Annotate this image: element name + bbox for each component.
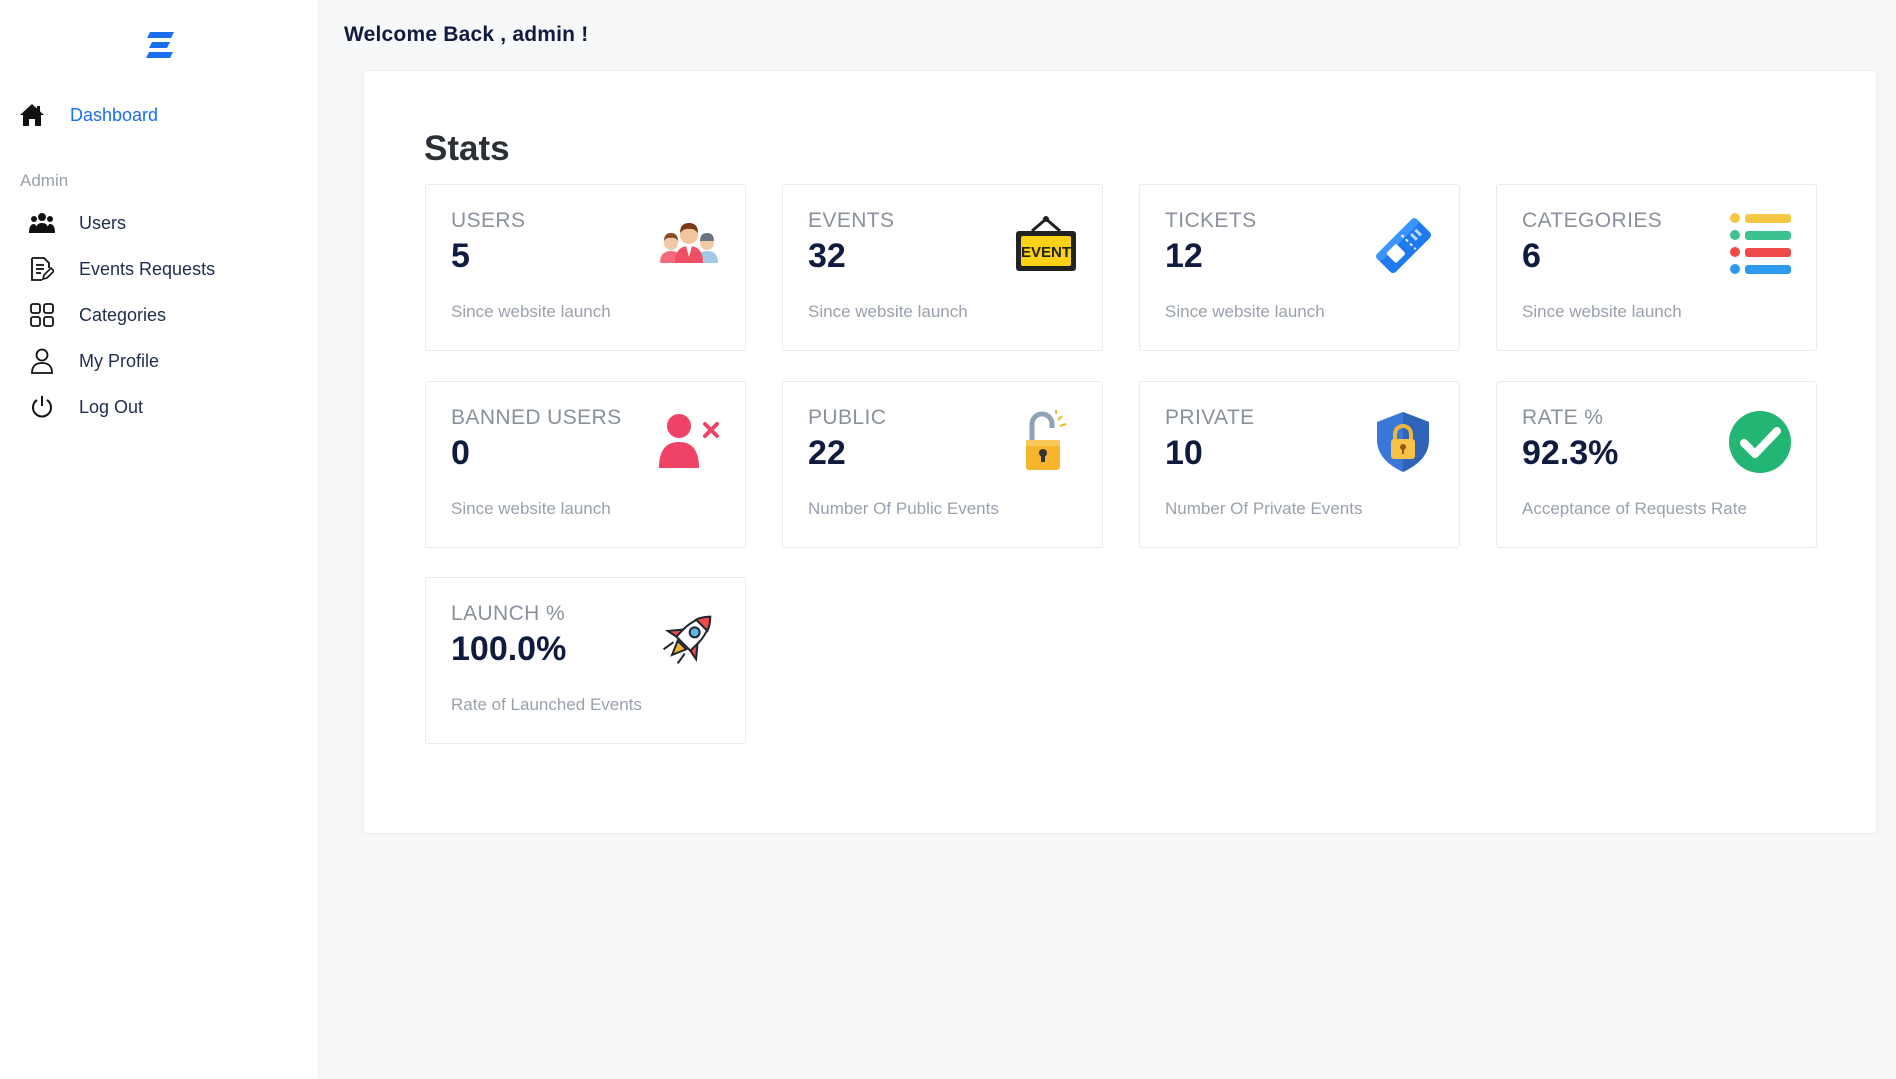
stat-value: 6 — [1522, 237, 1541, 275]
stat-card-launch: LAUNCH % 100.0% Rate of Launched Events — [425, 577, 746, 744]
event-sign-icon: EVENT — [1014, 213, 1078, 277]
group-people-icon — [657, 213, 721, 277]
rocket-icon — [657, 606, 721, 670]
stat-value: 100.0% — [451, 630, 567, 668]
home-icon — [18, 101, 46, 129]
stat-label: BANNED USERS — [451, 406, 622, 429]
stat-subtitle: Since website launch — [1165, 302, 1325, 321]
unlocked-padlock-icon — [1014, 410, 1078, 474]
sidebar-item-label: Categories — [79, 304, 167, 325]
sidebar-item-events-requests[interactable]: Events Requests — [28, 254, 215, 284]
sidebar-item-users[interactable]: Users — [28, 208, 126, 238]
stat-label: PUBLIC — [808, 406, 887, 429]
stat-card-banned-users: BANNED USERS 0 Since website launch — [425, 381, 746, 548]
stat-subtitle: Rate of Launched Events — [451, 695, 642, 714]
stat-label: USERS — [451, 209, 526, 232]
sidebar-item-label: Log Out — [79, 396, 144, 417]
stat-subtitle: Since website launch — [451, 499, 611, 518]
stat-subtitle: Number Of Private Events — [1165, 499, 1363, 518]
page-title: Stats — [424, 129, 510, 168]
check-circle-icon — [1728, 410, 1792, 474]
stat-value: 10 — [1165, 434, 1203, 472]
sidebar-item-categories[interactable]: Categories — [28, 300, 166, 330]
stat-subtitle: Acceptance of Requests Rate — [1522, 499, 1747, 518]
stat-label: TICKETS — [1165, 209, 1257, 232]
stat-value: 32 — [808, 237, 846, 275]
sidebar-item-dashboard[interactable]: Dashboard — [18, 100, 158, 130]
sidebar-item-log-out[interactable]: Log Out — [28, 392, 143, 422]
stat-subtitle: Since website launch — [451, 302, 611, 321]
stat-value: 22 — [808, 434, 846, 472]
stat-card-users: USERS 5 Since website launch — [425, 184, 746, 351]
stat-label: EVENTS — [808, 209, 895, 232]
sidebar-section-admin: Admin — [20, 171, 69, 190]
stat-card-tickets: TICKETS 12 Since website launch — [1139, 184, 1460, 351]
sidebar-item-label: Dashboard — [70, 104, 159, 125]
stat-card-private: PRIVATE 10 Number Of Private Events — [1139, 381, 1460, 548]
sidebar-item-label: Users — [79, 212, 127, 233]
stats-panel: Stats USERS 5 Since website launch EVENT… — [363, 70, 1877, 834]
stat-card-public: PUBLIC 22 Number Of Public Events — [782, 381, 1103, 548]
users-icon — [28, 209, 56, 237]
grid-icon — [28, 301, 56, 329]
stat-label: LAUNCH % — [451, 602, 566, 625]
stat-label: RATE % — [1522, 406, 1604, 429]
sidebar-item-label: Events Requests — [79, 258, 216, 279]
stat-value: 5 — [451, 237, 470, 275]
stat-card-categories: CATEGORIES 6 Since website launch — [1496, 184, 1817, 351]
sidebar: Dashboard Admin Users Events Requests Ca… — [0, 0, 319, 1079]
stat-value: 92.3% — [1522, 434, 1619, 472]
power-icon — [28, 393, 56, 421]
event-sign-text: EVENT — [1021, 244, 1071, 261]
stat-label: CATEGORIES — [1522, 209, 1663, 232]
stat-value: 0 — [451, 434, 470, 472]
welcome-message: Welcome Back , admin ! — [344, 23, 589, 46]
ticket-icon — [1371, 213, 1435, 277]
stat-card-rate: RATE % 92.3% Acceptance of Requests Rate — [1496, 381, 1817, 548]
stat-value: 12 — [1165, 237, 1203, 275]
edit-document-icon — [28, 255, 56, 283]
stat-card-events: EVENTS 32 Since website launch EVENT — [782, 184, 1103, 351]
sidebar-item-label: My Profile — [79, 350, 160, 371]
stat-subtitle: Since website launch — [1522, 302, 1682, 321]
banned-user-icon — [657, 410, 721, 474]
sidebar-item-my-profile[interactable]: My Profile — [28, 346, 159, 376]
shield-lock-icon — [1371, 410, 1435, 474]
stat-subtitle: Since website launch — [808, 302, 968, 321]
color-list-icon — [1728, 213, 1792, 277]
stat-label: PRIVATE — [1165, 406, 1255, 429]
user-icon — [28, 347, 56, 375]
logo-icon[interactable] — [145, 30, 175, 62]
stat-subtitle: Number Of Public Events — [808, 499, 999, 518]
